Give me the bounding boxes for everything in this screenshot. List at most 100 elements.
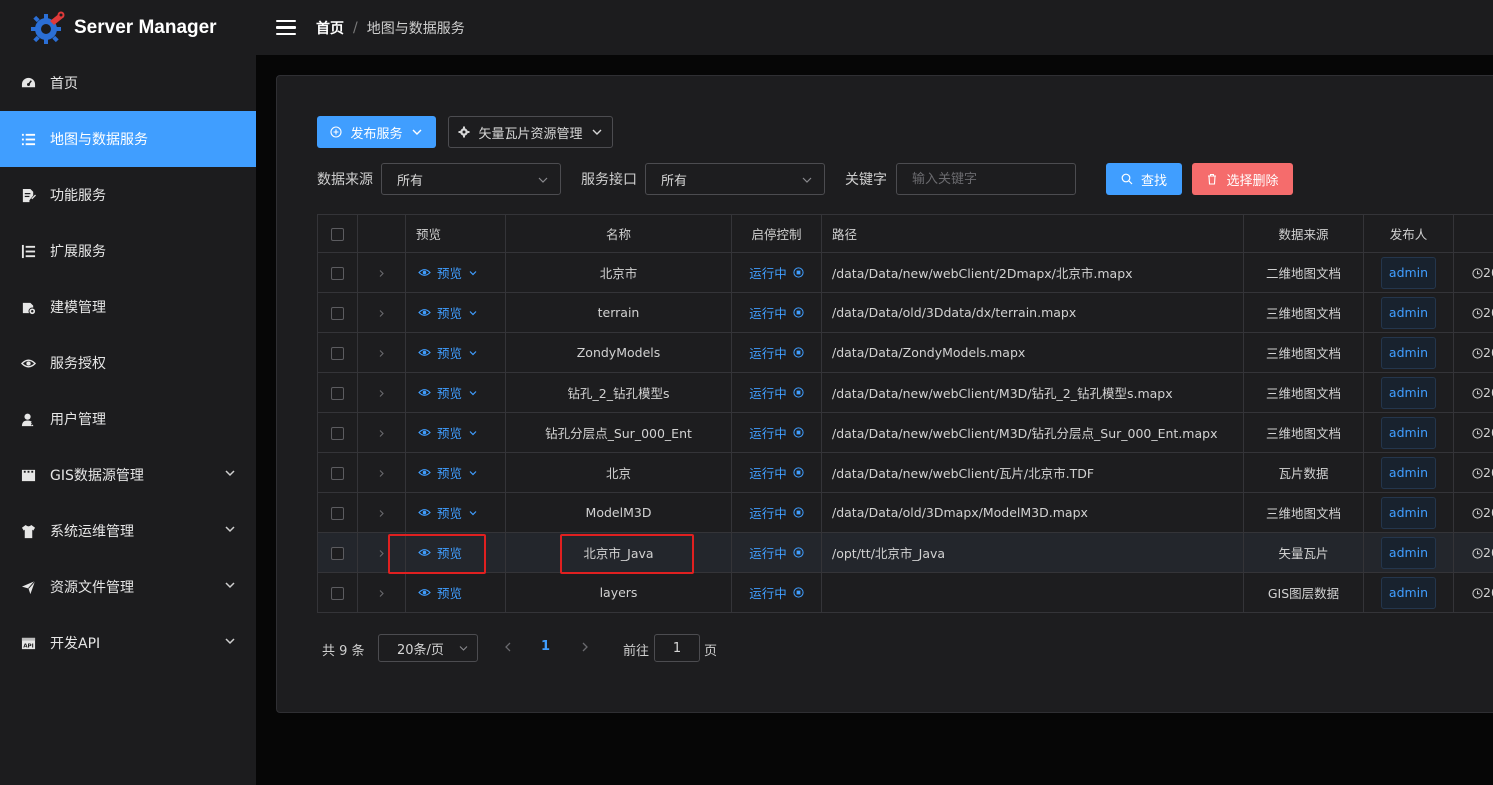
sidebar-item-gis-datasource[interactable]: GIS数据源管理	[0, 447, 256, 503]
sidebar-item-label: 首页	[50, 76, 78, 92]
row-select-cell	[317, 412, 358, 453]
select-all-checkbox[interactable]	[331, 228, 344, 241]
row-checkbox[interactable]	[331, 507, 344, 520]
vector-tile-management-button[interactable]: 矢量瓦片资源管理	[448, 116, 613, 148]
sidebar-item-system-ops[interactable]: 系统运维管理	[0, 503, 256, 559]
row-checkbox[interactable]	[331, 307, 344, 320]
row-expand-cell	[357, 572, 406, 613]
user-icon	[20, 411, 36, 427]
row-checkbox[interactable]	[331, 587, 344, 600]
preview-label: 预览	[437, 306, 463, 321]
chevron-right-icon[interactable]	[377, 549, 386, 558]
row-checkbox[interactable]	[331, 427, 344, 440]
chevron-right-icon[interactable]	[377, 309, 386, 318]
stop-circle-icon	[793, 347, 804, 358]
run-status-toggle[interactable]: 运行中	[749, 423, 804, 442]
page-size-select[interactable]: 20条/页	[378, 634, 478, 662]
run-status-label: 运行中	[749, 306, 787, 321]
chevron-down-icon[interactable]	[468, 388, 478, 398]
trash-icon	[1208, 173, 1217, 185]
eye-icon	[418, 309, 431, 316]
chevron-down-icon[interactable]	[468, 308, 478, 318]
vector-tile-management-label: 矢量瓦片资源管理	[478, 126, 583, 142]
row-source-cell: 三维地图文档	[1243, 372, 1364, 413]
batch-delete-button[interactable]: 选择删除	[1192, 163, 1293, 195]
goto-page-input[interactable]	[654, 634, 700, 662]
page-number-current[interactable]: 1	[541, 639, 550, 654]
search-button[interactable]: 查找	[1106, 163, 1182, 195]
sidebar-item-resource-files[interactable]: 资源文件管理	[0, 559, 256, 615]
sidebar-item-map-data-services[interactable]: 地图与数据服务	[0, 111, 256, 167]
run-status-toggle[interactable]: 运行中	[749, 303, 804, 322]
table-row: 预览 terrain 运行中/data/Data/old/3Ddata/dx/ter…	[317, 292, 1493, 333]
keyword-input[interactable]	[896, 163, 1076, 195]
preview-link[interactable]: 预览	[418, 503, 478, 522]
menu-toggle-icon[interactable]	[276, 19, 296, 36]
row-checkbox[interactable]	[331, 467, 344, 480]
sidebar-item-label: 开发API	[50, 636, 101, 652]
row-select-cell	[317, 372, 358, 413]
run-status-toggle[interactable]: 运行中	[749, 383, 804, 402]
chevron-right-icon[interactable]	[377, 389, 386, 398]
row-name-cell: terrain	[505, 292, 732, 333]
row-path-cell: /data/Data/old/3Dmapx/ModelM3D.mapx	[821, 492, 1244, 533]
preview-link[interactable]: 预览	[418, 303, 478, 322]
run-status-toggle[interactable]: 运行中	[749, 543, 804, 562]
breadcrumb-home[interactable]: 首页	[316, 18, 344, 38]
row-checkbox[interactable]	[331, 347, 344, 360]
chevron-right-icon[interactable]	[377, 429, 386, 438]
sidebar-item-label: 系统运维管理	[50, 524, 134, 540]
preview-link[interactable]: 预览	[418, 543, 462, 562]
chevron-down-icon[interactable]	[468, 348, 478, 358]
chevron-down-icon[interactable]	[468, 268, 478, 278]
sidebar-item-dev-api[interactable]: API 开发API	[0, 615, 256, 671]
chevron-down-icon[interactable]	[468, 508, 478, 518]
logo: Server Manager	[0, 0, 256, 55]
eye-icon	[418, 589, 431, 596]
chevron-right-icon[interactable]	[377, 469, 386, 478]
chevron-right-icon[interactable]	[377, 269, 386, 278]
data-source-select[interactable]: 所有	[381, 163, 561, 195]
row-checkbox[interactable]	[331, 267, 344, 280]
chevron-right-icon[interactable]	[377, 509, 386, 518]
sidebar-item-home[interactable]: 首页	[0, 55, 256, 111]
preview-label: 预览	[437, 466, 463, 481]
preview-link[interactable]: 预览	[418, 383, 478, 402]
run-status-toggle[interactable]: 运行中	[749, 263, 804, 282]
prev-page-icon[interactable]	[503, 641, 513, 653]
run-status-toggle[interactable]: 运行中	[749, 463, 804, 482]
run-status-toggle[interactable]: 运行中	[749, 503, 804, 522]
preview-link[interactable]: 预览	[418, 583, 462, 602]
svg-text:API: API	[23, 643, 34, 649]
sidebar-item-modeling-management[interactable]: 建模管理	[0, 279, 256, 335]
preview-link[interactable]: 预览	[418, 263, 478, 282]
sidebar-item-user-management[interactable]: 用户管理	[0, 391, 256, 447]
select-all-cell	[317, 214, 358, 253]
run-status-toggle[interactable]: 运行中	[749, 343, 804, 362]
sidebar-item-function-services[interactable]: 功能服务	[0, 167, 256, 223]
sidebar-item-service-authorization[interactable]: 服务授权	[0, 335, 256, 391]
row-checkbox[interactable]	[331, 547, 344, 560]
plus-circle-icon	[330, 126, 343, 138]
preview-link[interactable]: 预览	[418, 343, 478, 362]
preview-link[interactable]: 预览	[418, 463, 478, 482]
next-page-icon[interactable]	[580, 641, 590, 653]
run-status-toggle[interactable]: 运行中	[749, 583, 804, 602]
row-checkbox[interactable]	[331, 387, 344, 400]
preview-link[interactable]: 预览	[418, 423, 478, 442]
service-interface-select[interactable]: 所有	[645, 163, 825, 195]
table-row: 预览 钻孔_2_钻孔模型s 运行中/data/Data/new/webClient/…	[317, 372, 1493, 413]
row-source-cell: 二维地图文档	[1243, 252, 1364, 293]
chevron-down-icon[interactable]	[468, 468, 478, 478]
sidebar-item-label: 用户管理	[50, 412, 106, 428]
chevron-down-icon[interactable]	[468, 428, 478, 438]
row-time-cell: 20	[1453, 292, 1493, 333]
sidebar-item-extension-services[interactable]: 扩展服务	[0, 223, 256, 279]
chevron-right-icon[interactable]	[377, 349, 386, 358]
row-publisher-cell: admin	[1363, 252, 1454, 293]
publish-service-button[interactable]: 发布服务	[317, 116, 436, 148]
publisher-tag: admin	[1381, 456, 1436, 489]
chevron-down-icon	[802, 177, 812, 183]
chevron-right-icon[interactable]	[377, 589, 386, 598]
row-source-cell: 三维地图文档	[1243, 332, 1364, 373]
